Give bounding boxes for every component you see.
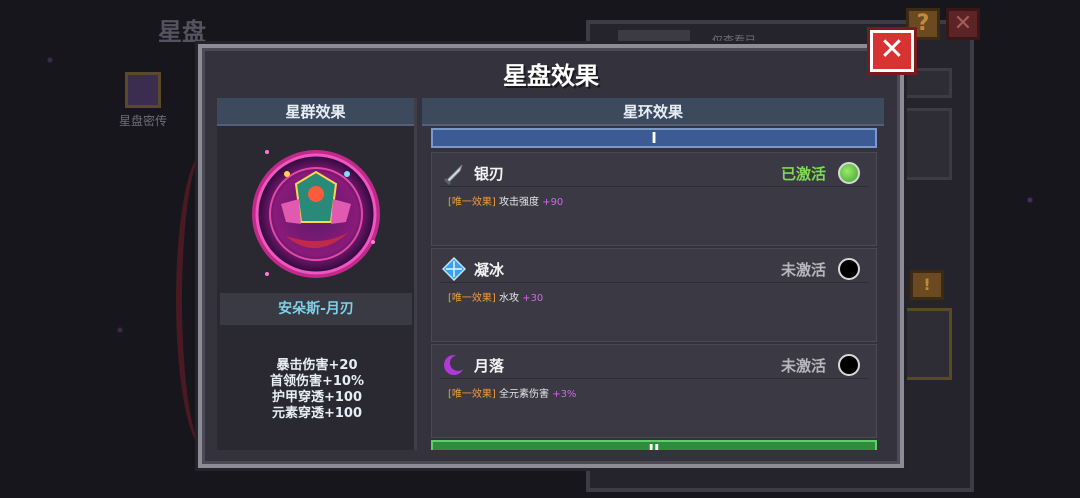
effect-description: [唯一效果] 全元素伤害 +3% — [448, 385, 576, 400]
effect-card-header: 月落 未激活 — [440, 351, 868, 379]
background-close-icon[interactable]: ✕ — [946, 8, 980, 40]
constellation-effects-header: 星群效果 — [217, 98, 414, 126]
bonus-line: 首领伤害+10% — [269, 374, 364, 389]
star-ring-effects-header: 星环效果 — [422, 98, 884, 126]
constellation-emblem-icon — [252, 150, 380, 278]
silver-blade-icon — [443, 164, 463, 185]
active-indicator-icon — [838, 162, 860, 184]
effect-tag: [唯一效果] — [448, 389, 496, 400]
background-side-slot — [902, 308, 952, 380]
bonus-line: 元素穿透+100 — [271, 406, 363, 421]
close-modal-button[interactable]: ✕ — [867, 27, 917, 75]
effect-description: [唯一效果] 水攻 +30 — [448, 289, 543, 304]
constellation-set-name: 安朵斯-月刃 — [220, 293, 412, 325]
effect-tag: [唯一效果] — [448, 293, 496, 304]
effect-value: +30 — [522, 293, 544, 304]
effect-card-moonfall: 月落 未激活 [唯一效果] 全元素伤害 +3% — [431, 344, 877, 438]
astrolabe-secret-label: 星盘密传 — [118, 114, 167, 128]
effect-card-silver-blade: 银刃 已激活 [唯一效果] 攻击强度 +90 — [431, 152, 877, 246]
star-ring-effects-panel[interactable]: 星环效果 I 银刃 已激活 [唯一效果] 攻击强度 +90 凝冰 未激活 [唯一… — [422, 98, 888, 450]
effect-tag: [唯一效果] — [448, 197, 496, 208]
bonus-line: 护甲穿透+100 — [271, 390, 363, 405]
effect-status: 已激活 — [780, 165, 826, 183]
constellation-effects-panel: 星群效果 安朵斯-月刃 暴击伤害+20 首领伤害+10% 护甲穿透+100 元素… — [217, 98, 417, 450]
astrolabe-secret-button[interactable]: 星盘密传 — [112, 72, 174, 129]
effect-stat: 水攻 — [499, 293, 519, 304]
effect-name: 凝冰 — [474, 261, 505, 279]
tier-header-2: II — [431, 440, 877, 450]
effect-stat: 攻击强度 — [499, 197, 539, 208]
effect-stat: 全元素伤害 — [499, 389, 549, 400]
inactive-indicator-icon — [838, 354, 860, 376]
effect-value: +90 — [542, 197, 564, 208]
inactive-indicator-icon — [838, 258, 860, 280]
astrolabe-secret-icon — [125, 72, 161, 108]
effect-card-header: 银刃 已激活 — [440, 159, 868, 187]
astrolabe-effects-modal: 星盘效果 星群效果 安朵斯-月刃 暴击伤害+20 首领伤害+10% 护甲穿透+1… — [198, 44, 904, 468]
effect-value: +3% — [552, 389, 577, 400]
effect-name: 月落 — [474, 357, 505, 375]
warning-icon[interactable]: ! — [910, 270, 944, 300]
background-side-slot — [902, 108, 952, 180]
bonus-line: 暴击伤害+20 — [276, 358, 358, 373]
effect-card-frost: 凝冰 未激活 [唯一效果] 水攻 +30 — [431, 248, 877, 342]
effect-card-header: 凝冰 未激活 — [440, 255, 868, 283]
effect-description: [唯一效果] 攻击强度 +90 — [448, 193, 563, 208]
frost-crystal-icon — [442, 257, 466, 281]
effect-status: 未激活 — [780, 261, 826, 279]
effect-status: 未激活 — [780, 357, 826, 375]
effect-name: 银刃 — [474, 165, 505, 183]
crescent-moon-icon — [444, 355, 466, 375]
background-title: 星盘 — [158, 18, 206, 46]
tier-header-1: I — [431, 128, 877, 148]
background-side-slot — [902, 68, 952, 98]
constellation-bonus-list: 暴击伤害+20 首领伤害+10% 护甲穿透+100 元素穿透+100 — [217, 358, 417, 422]
modal-title: 星盘效果 — [503, 62, 599, 90]
